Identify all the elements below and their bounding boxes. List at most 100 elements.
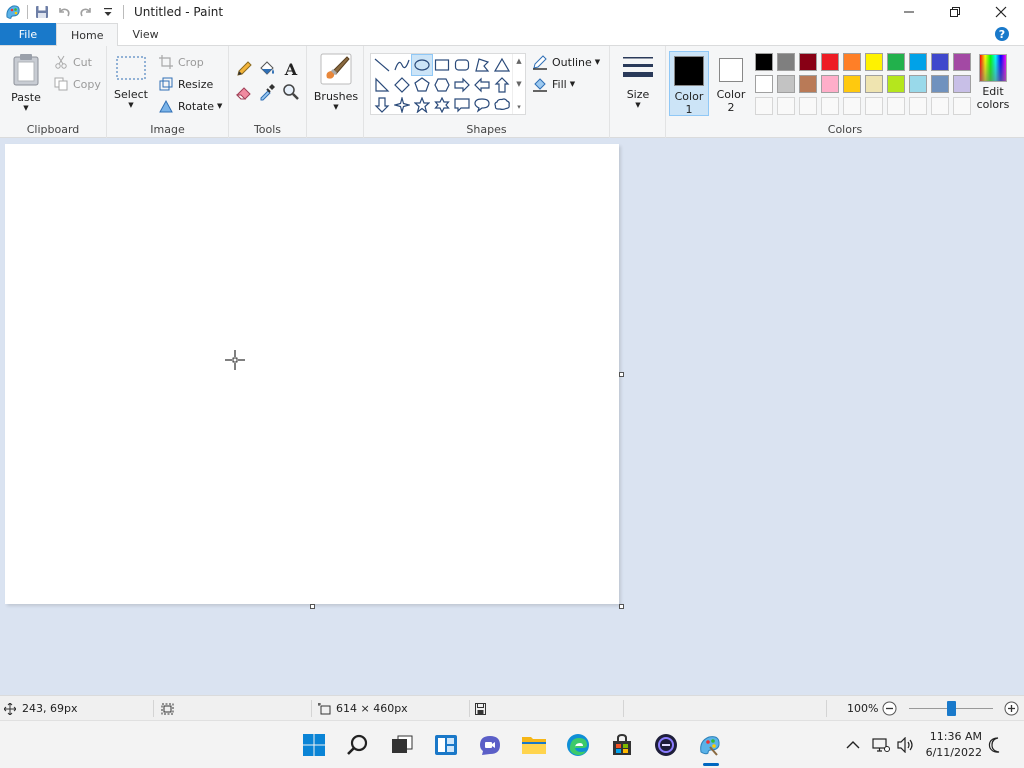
- edit-colors-button[interactable]: Edit colors: [973, 51, 1013, 111]
- help-icon[interactable]: ?: [994, 26, 1010, 45]
- palette-empty-swatch[interactable]: [821, 97, 839, 115]
- palette-color-swatch[interactable]: [755, 53, 773, 71]
- undo-icon[interactable]: [53, 1, 75, 23]
- palette-color-swatch[interactable]: [931, 75, 949, 93]
- palette-color-swatch[interactable]: [821, 53, 839, 71]
- show-hidden-icons-button[interactable]: [846, 721, 860, 768]
- scroll-up-icon[interactable]: ▲: [516, 57, 521, 65]
- color-picker-icon[interactable]: [258, 83, 278, 103]
- paint-taskbar-button[interactable]: [694, 729, 726, 761]
- line-shape-icon[interactable]: [372, 55, 392, 75]
- network-button[interactable]: [872, 721, 890, 768]
- save-icon[interactable]: [31, 1, 53, 23]
- palette-empty-swatch[interactable]: [755, 97, 773, 115]
- color2-button[interactable]: Color 2: [711, 51, 751, 116]
- resize-handle-right[interactable]: [619, 372, 624, 377]
- palette-color-swatch[interactable]: [887, 53, 905, 71]
- tab-view[interactable]: View: [118, 23, 172, 45]
- gallery-expand-icon[interactable]: ▾: [517, 103, 521, 111]
- down-arrow-shape-icon[interactable]: [372, 95, 392, 115]
- crop-button[interactable]: Crop: [158, 52, 204, 72]
- hexagon-shape-icon[interactable]: [432, 75, 452, 95]
- widgets-button[interactable]: [430, 729, 462, 761]
- palette-color-swatch[interactable]: [777, 53, 795, 71]
- file-explorer-button[interactable]: [518, 729, 550, 761]
- rounded-rectangle-shape-icon[interactable]: [452, 55, 472, 75]
- palette-color-swatch[interactable]: [909, 53, 927, 71]
- chat-button[interactable]: [474, 729, 506, 761]
- palette-color-swatch[interactable]: [799, 53, 817, 71]
- palette-color-swatch[interactable]: [931, 53, 949, 71]
- store-button[interactable]: [606, 729, 638, 761]
- pentagon-shape-icon[interactable]: [412, 75, 432, 95]
- eraser-icon[interactable]: [235, 83, 255, 103]
- palette-color-swatch[interactable]: [799, 75, 817, 93]
- palette-color-swatch[interactable]: [865, 75, 883, 93]
- customize-qat-icon[interactable]: [97, 1, 119, 23]
- close-button[interactable]: [978, 0, 1024, 24]
- tab-file[interactable]: File: [0, 23, 56, 45]
- rectangle-callout-shape-icon[interactable]: [452, 95, 472, 115]
- size-button[interactable]: Size ▼: [616, 54, 660, 109]
- right-arrow-shape-icon[interactable]: [452, 75, 472, 95]
- select-button[interactable]: Select ▼: [113, 54, 149, 109]
- palette-color-swatch[interactable]: [777, 75, 795, 93]
- outline-button[interactable]: Outline ▼: [532, 52, 600, 72]
- pencil-icon[interactable]: [235, 60, 255, 80]
- color1-button[interactable]: Color 1: [669, 51, 709, 116]
- zoom-slider-thumb[interactable]: [946, 701, 956, 716]
- palette-color-swatch[interactable]: [843, 75, 861, 93]
- paste-button[interactable]: Paste ▼: [6, 52, 46, 112]
- oval-callout-shape-icon[interactable]: [472, 95, 492, 115]
- oval-shape-icon[interactable]: [411, 54, 433, 76]
- palette-color-swatch[interactable]: [821, 75, 839, 93]
- palette-color-swatch[interactable]: [953, 75, 971, 93]
- five-point-star-shape-icon[interactable]: [412, 95, 432, 115]
- four-point-star-shape-icon[interactable]: [392, 95, 412, 115]
- magnifier-icon[interactable]: [282, 83, 302, 103]
- start-button[interactable]: [298, 729, 330, 761]
- zoom-out-button[interactable]: [882, 696, 897, 721]
- palette-empty-swatch[interactable]: [909, 97, 927, 115]
- palette-color-swatch[interactable]: [887, 75, 905, 93]
- palette-color-swatch[interactable]: [755, 75, 773, 93]
- palette-color-swatch[interactable]: [865, 53, 883, 71]
- task-view-button[interactable]: [386, 729, 418, 761]
- text-icon[interactable]: A: [282, 60, 302, 80]
- brushes-button[interactable]: Brushes ▼: [312, 52, 360, 111]
- minimize-button[interactable]: [886, 0, 932, 24]
- resize-button[interactable]: Resize: [158, 74, 213, 94]
- fill-button[interactable]: Fill ▼: [532, 74, 575, 94]
- polygon-shape-icon[interactable]: [472, 55, 492, 75]
- palette-empty-swatch[interactable]: [887, 97, 905, 115]
- shapes-scrollbar[interactable]: ▲ ▼ ▾: [512, 54, 525, 114]
- resize-handle-bottom[interactable]: [310, 604, 315, 609]
- drawing-canvas[interactable]: [5, 144, 619, 604]
- palette-empty-swatch[interactable]: [777, 97, 795, 115]
- tab-home[interactable]: Home: [56, 23, 119, 46]
- resize-handle-corner[interactable]: [619, 604, 624, 609]
- palette-empty-swatch[interactable]: [843, 97, 861, 115]
- system-clock[interactable]: 11:36 AM 6/11/2022: [926, 729, 982, 761]
- palette-empty-swatch[interactable]: [799, 97, 817, 115]
- copy-button[interactable]: Copy: [53, 74, 101, 94]
- palette-color-swatch[interactable]: [953, 53, 971, 71]
- up-arrow-shape-icon[interactable]: [492, 75, 512, 95]
- paint-app-icon[interactable]: [2, 1, 24, 23]
- cut-button[interactable]: Cut: [53, 52, 92, 72]
- palette-empty-swatch[interactable]: [865, 97, 883, 115]
- diamond-shape-icon[interactable]: [392, 75, 412, 95]
- palette-color-swatch[interactable]: [909, 75, 927, 93]
- rotate-button[interactable]: Rotate ▼: [158, 96, 222, 116]
- left-arrow-shape-icon[interactable]: [472, 75, 492, 95]
- palette-empty-swatch[interactable]: [931, 97, 949, 115]
- rectangle-shape-icon[interactable]: [432, 55, 452, 75]
- edge-button[interactable]: [562, 729, 594, 761]
- maximize-button[interactable]: [932, 0, 978, 24]
- zoom-in-button[interactable]: [1004, 696, 1019, 721]
- fill-bucket-icon[interactable]: [258, 60, 278, 80]
- search-button[interactable]: [342, 729, 374, 761]
- redo-icon[interactable]: [75, 1, 97, 23]
- canvas-workspace[interactable]: [0, 138, 1024, 695]
- volume-button[interactable]: [897, 721, 915, 768]
